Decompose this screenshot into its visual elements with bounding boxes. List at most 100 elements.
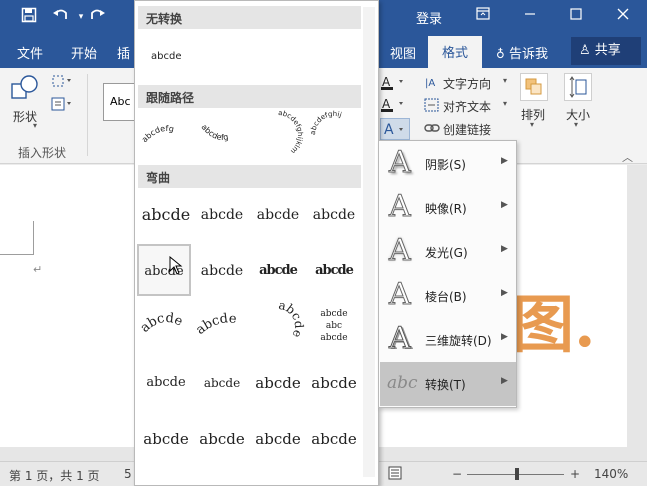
align-text-label[interactable]: 对齐文本: [443, 98, 491, 115]
paragraph-mark: ↵: [33, 263, 43, 276]
warp-circle-text: abcde: [277, 298, 306, 340]
svg-text:abcdefghij: abcdefghij: [309, 110, 343, 135]
zoom-out-button[interactable]: −: [452, 467, 462, 481]
svg-text:|A: |A: [425, 78, 435, 89]
svg-text:abcde: abcde: [277, 301, 305, 340]
tab-format[interactable]: 格式: [428, 36, 483, 68]
align-text-dropdown-icon[interactable]: ▾: [503, 99, 507, 108]
warp-double-wave-1[interactable]: abcde: [251, 357, 305, 409]
text-effects-button[interactable]: A: [380, 118, 410, 140]
warp-ring-inside-selected[interactable]: abcde: [137, 244, 191, 296]
size-dropdown-icon[interactable]: ▾: [574, 120, 578, 129]
warp-circle[interactable]: abcde: [251, 298, 306, 353]
size-icon[interactable]: [564, 73, 592, 101]
menu-item-transform[interactable]: abc 转换(T) ▶: [380, 362, 516, 406]
follow-path-arch-up[interactable]: abcdefg: [139, 109, 193, 161]
transform-abc-icon: abc: [387, 373, 418, 393]
svg-text:abcde: abcde: [139, 311, 185, 336]
create-link-icon[interactable]: [424, 121, 440, 138]
warp-ring-outside[interactable]: abcde: [195, 245, 249, 297]
edit-shape-icon[interactable]: [50, 73, 74, 92]
share-button[interactable]: ♙ 共享: [571, 37, 641, 65]
menu-item-shadow[interactable]: A 阴影(S) ▶: [380, 142, 516, 186]
text-effects-menu: A 阴影(S) ▶ A 映像(R) ▶ A 发光(G) ▶ A 棱台(B) ▶ …: [378, 140, 517, 408]
menu-item-glow[interactable]: A 发光(G) ▶: [380, 230, 516, 274]
text-fill-icon[interactable]: A: [381, 74, 409, 93]
gallery-scrollbar[interactable]: [363, 7, 375, 477]
text-direction-dropdown-icon[interactable]: ▾: [503, 76, 507, 85]
ribbon-display-icon[interactable]: [471, 5, 495, 27]
redo-icon[interactable]: [86, 7, 108, 27]
warp-button[interactable]: abcde abc abcde: [307, 301, 361, 353]
follow-path-arch-up-text: abcdefg: [140, 124, 175, 144]
tab-file[interactable]: 文件: [17, 43, 43, 62]
text-direction-label[interactable]: 文字方向: [443, 75, 491, 92]
warp-arch-down-text: abcde: [193, 311, 237, 338]
glow-label: 发光(G): [425, 246, 468, 260]
warp-deflate[interactable]: abcde: [307, 245, 361, 297]
tab-insert[interactable]: 插: [117, 43, 130, 62]
warp-wave-2[interactable]: abcde: [195, 357, 249, 409]
page-count[interactable]: 第 1 页，共 1 页: [9, 467, 100, 484]
create-link-label[interactable]: 创建链接: [443, 121, 491, 138]
transform-label: 转换(T): [425, 378, 466, 392]
zoom-in-button[interactable]: +: [570, 467, 580, 481]
print-layout-icon[interactable]: [388, 466, 402, 483]
login-link[interactable]: 登录: [416, 8, 442, 27]
shape-style-preview[interactable]: Abc: [103, 83, 137, 121]
3d-rotation-a-icon: A: [389, 321, 412, 356]
warp-fade-left[interactable]: abcde: [195, 413, 249, 465]
svg-text:abcdefghijklm: abcdefghijklm: [278, 109, 304, 155]
follow-path-button[interactable]: abcdefghij: [307, 109, 361, 161]
minimize-icon[interactable]: [518, 5, 542, 27]
menu-item-3d-rotation[interactable]: A 三维旋转(D) ▶: [380, 318, 516, 362]
zoom-level[interactable]: 140%: [594, 467, 628, 481]
shapes-icon[interactable]: [10, 74, 40, 105]
reflection-label: 映像(R): [425, 202, 467, 216]
maximize-icon[interactable]: [564, 5, 588, 27]
warp-stop[interactable]: abcde: [195, 189, 249, 241]
text-direction-icon[interactable]: |A: [424, 75, 440, 92]
warp-chevron[interactable]: abcde: [307, 189, 361, 241]
no-transform-option[interactable]: abcde: [151, 51, 181, 62]
warp-arch-up-text: abcde: [138, 311, 186, 336]
warp-double-wave-2[interactable]: abcde: [307, 357, 361, 409]
textbox-icon[interactable]: [50, 96, 74, 115]
svg-text:abcdefg: abcdefg: [140, 124, 175, 144]
glow-a-icon: A: [389, 233, 412, 268]
insert-shapes-group-label: 插入形状: [18, 146, 67, 160]
menu-item-reflection[interactable]: A 映像(R) ▶: [380, 186, 516, 230]
section-no-transform: 无转换: [138, 6, 361, 29]
warp-fade-down[interactable]: abcde: [307, 413, 361, 465]
wordart-text[interactable]: 图.: [512, 277, 592, 383]
warp-triangle[interactable]: abcde: [251, 189, 305, 241]
tab-home[interactable]: 开始: [71, 43, 97, 62]
undo-icon[interactable]: [50, 7, 72, 27]
person-icon: ♙: [579, 43, 591, 58]
warp-arch-down[interactable]: abcde: [193, 301, 249, 353]
warp-inflate[interactable]: abcde: [251, 245, 305, 297]
text-outline-icon[interactable]: A: [381, 96, 409, 115]
tell-me-label: 告诉我: [508, 47, 548, 62]
close-icon[interactable]: [611, 5, 635, 27]
zoom-slider-thumb[interactable]: [515, 468, 520, 480]
tell-me-box[interactable]: ♁ 告诉我: [496, 43, 548, 62]
arrange-icon[interactable]: [520, 73, 548, 101]
warp-button-bottom: abcde: [320, 333, 347, 343]
warp-fade-up[interactable]: abcde: [251, 413, 305, 465]
menu-item-bevel[interactable]: A 棱台(B) ▶: [380, 274, 516, 318]
shapes-dropdown-icon[interactable]: ▾: [33, 121, 37, 130]
align-text-icon[interactable]: [424, 98, 440, 115]
warp-wave-1[interactable]: abcde: [139, 357, 193, 409]
arrange-dropdown-icon[interactable]: ▾: [530, 120, 534, 129]
warp-arch-up[interactable]: abcde: [138, 301, 193, 353]
submenu-arrow-icon: ▶: [501, 376, 508, 386]
word-count[interactable]: 5: [124, 467, 132, 481]
save-icon[interactable]: [18, 7, 40, 27]
collapse-ribbon-icon[interactable]: ︿: [622, 149, 633, 165]
warp-fade-right[interactable]: abcde: [139, 413, 193, 465]
warp-plain[interactable]: abcde: [139, 189, 193, 241]
tab-view[interactable]: 视图: [390, 43, 416, 62]
follow-path-arch-down[interactable]: abcdefg: [195, 109, 249, 161]
follow-path-circle[interactable]: abcdefghijklm: [251, 109, 305, 161]
